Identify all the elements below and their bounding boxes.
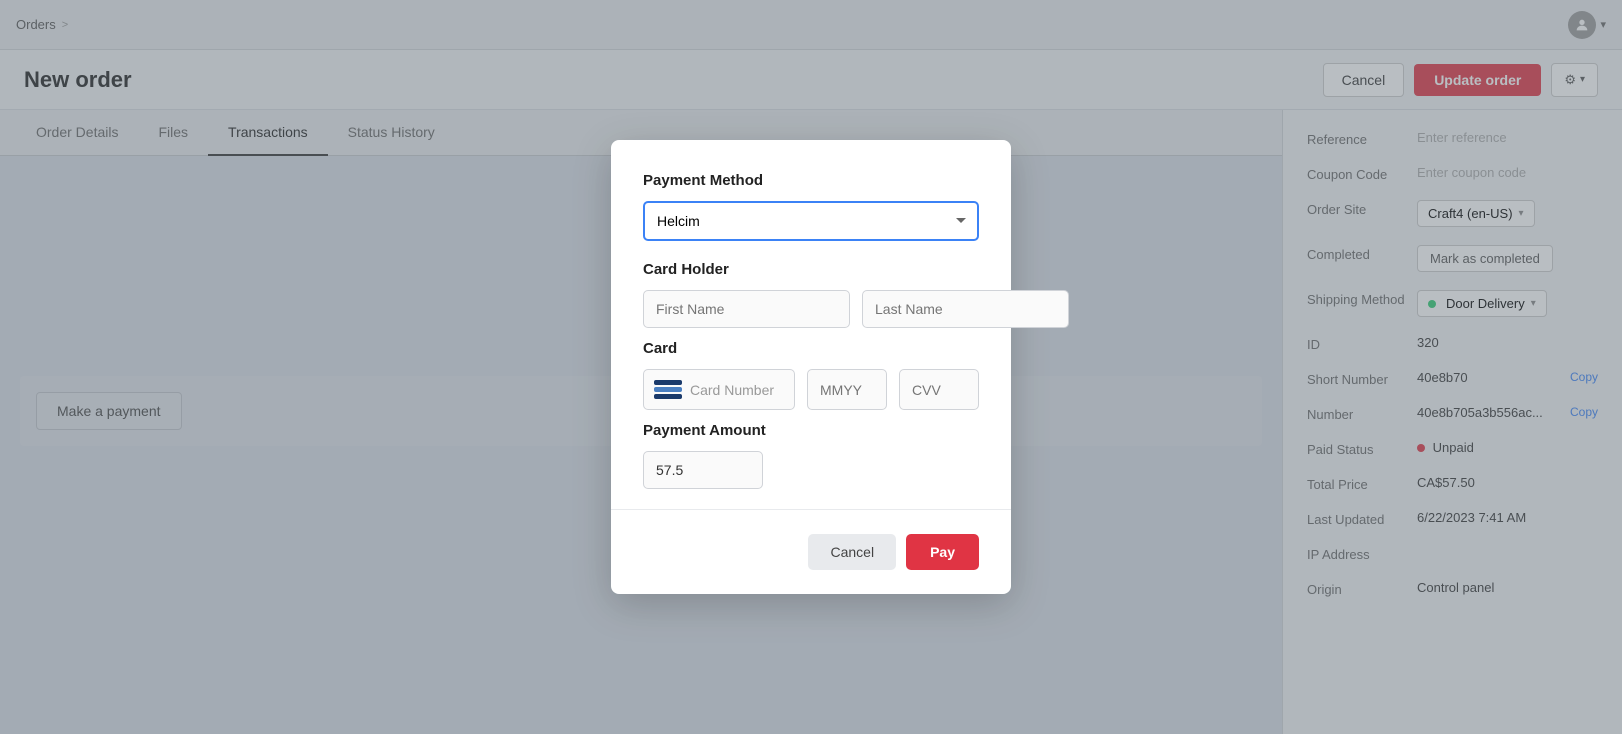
cvv-input[interactable] [899,369,979,410]
first-name-input[interactable] [643,290,850,328]
card-holder-label: Card Holder [643,261,979,278]
payment-amount-label: Payment Amount [643,422,979,439]
modal-cancel-button[interactable]: Cancel [808,534,896,570]
card-holder-row [643,290,979,328]
payment-amount-input[interactable] [643,451,763,489]
payment-method-select[interactable]: Helcim [643,201,979,241]
card-stripe-dark [654,380,682,385]
card-number-field[interactable]: Card Number [643,369,795,410]
card-icon [654,380,682,399]
card-stripe-light [654,387,682,392]
modal-pay-button[interactable]: Pay [906,534,979,570]
modal-overlay: Payment Method Helcim Card Holder Card C… [0,0,1622,734]
modal-footer: Cancel Pay [643,530,979,570]
payment-method-label: Payment Method [643,172,979,189]
mmyy-input[interactable] [807,369,887,410]
card-stripe-dark2 [654,394,682,399]
card-row: Card Number [643,369,979,410]
modal-divider [611,509,1011,510]
card-section-label: Card [643,340,979,357]
card-number-placeholder: Card Number [690,382,774,398]
payment-modal: Payment Method Helcim Card Holder Card C… [611,140,1011,594]
last-name-input[interactable] [862,290,1069,328]
